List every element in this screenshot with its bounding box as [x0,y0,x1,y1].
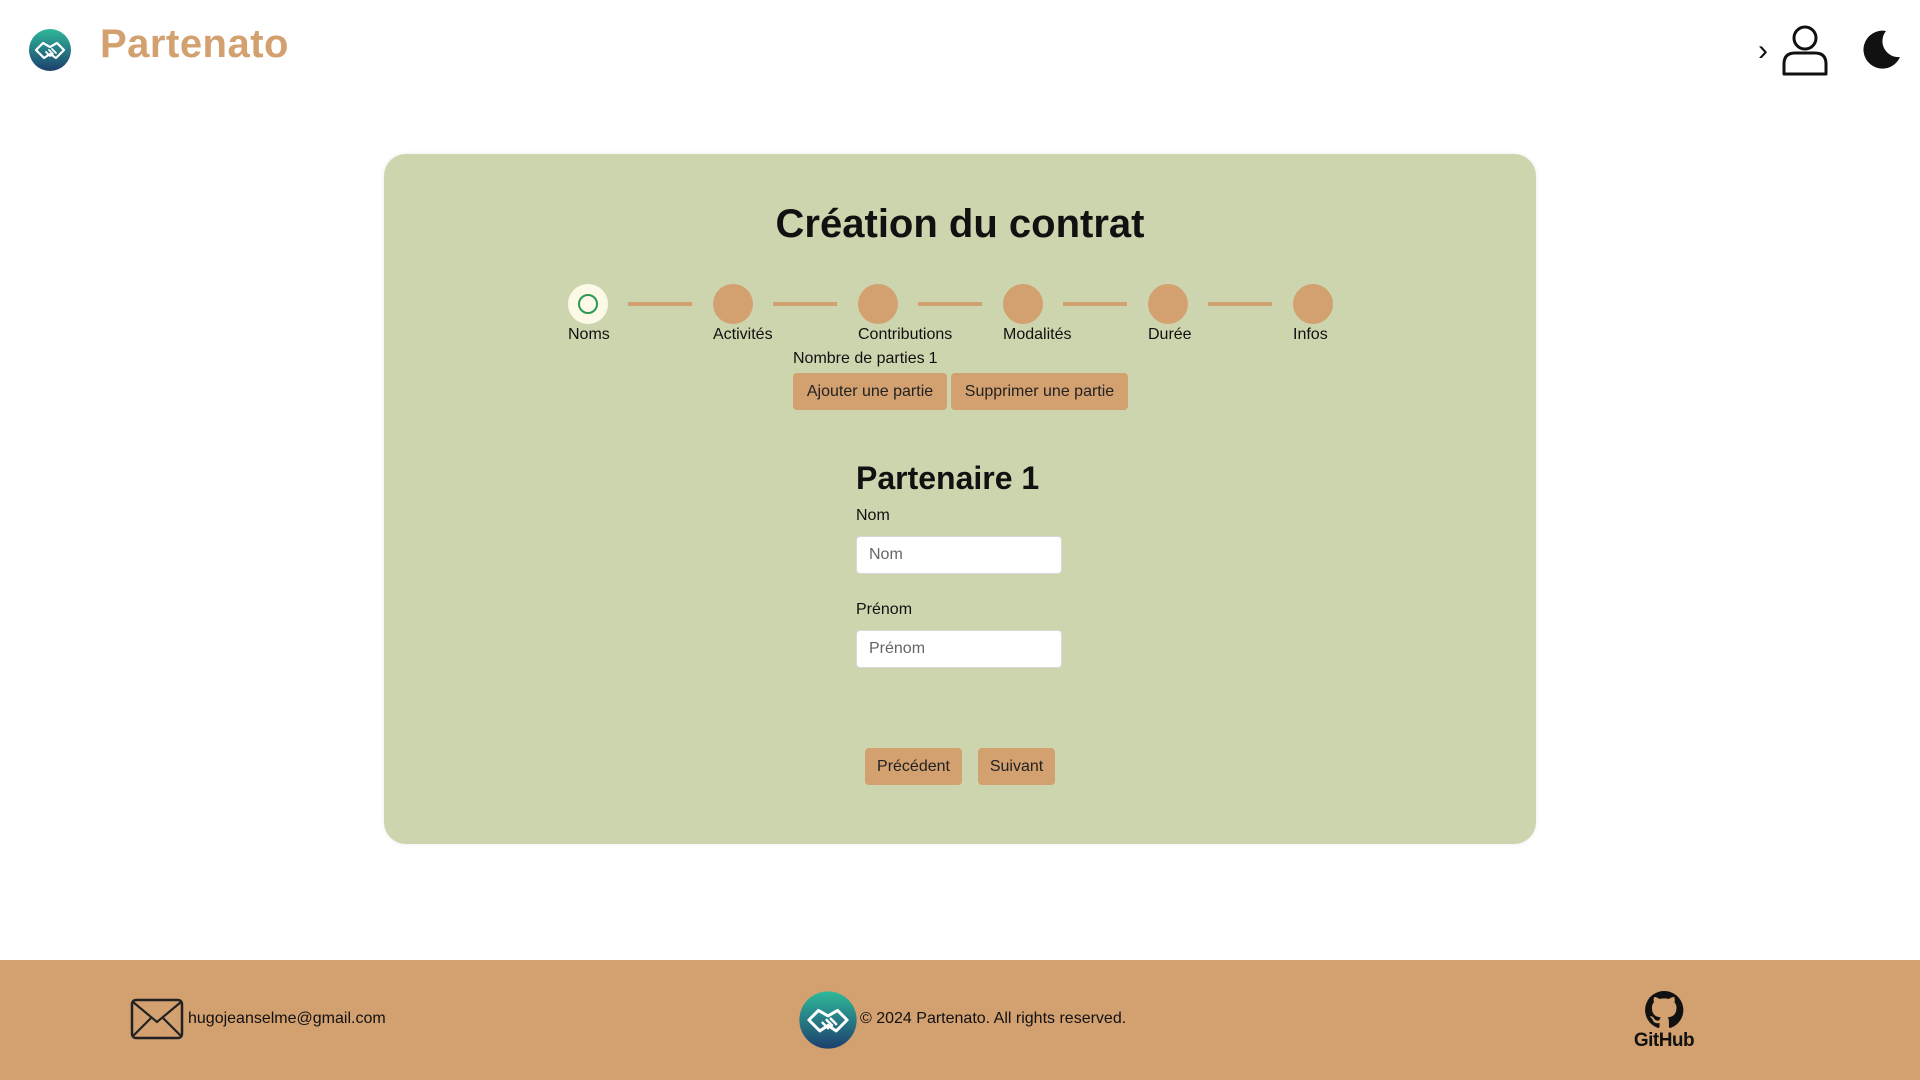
moon-icon[interactable] [1858,27,1902,71]
last-name-label: Nom [856,507,890,524]
parties-count-label: Nombre de parties 1 [793,350,938,368]
github-label: GitHub [1633,1030,1695,1051]
step-infos[interactable] [1293,284,1333,324]
step-duree[interactable] [1148,284,1188,324]
copyright-text: © 2024 Partenato. All rights reserved. [860,1010,1127,1027]
contact-email[interactable]: hugojeanselme@gmail.com [188,1010,386,1028]
next-button[interactable]: Suivant [978,748,1055,785]
mail-icon[interactable] [130,998,184,1040]
step-activites[interactable] [713,284,753,324]
first-name-label: Prénom [856,601,913,618]
parties-label-text: Nombre de parties [793,350,925,367]
step-connector [918,302,982,306]
github-icon [1645,990,1684,1028]
user-icon[interactable] [1780,24,1830,76]
app-title[interactable]: Partenato [100,22,289,67]
step-label-contributions: Contributions [858,326,953,343]
previous-button[interactable]: Précédent [865,748,962,785]
step-connector [1208,302,1272,306]
page-title: Création du contrat [775,202,1145,246]
handshake-logo-icon [799,991,857,1049]
step-label-noms: Noms [568,326,610,343]
step-label-infos: Infos [1293,326,1328,343]
step-noms[interactable] [568,284,608,324]
contract-creation-card: Création du contrat Noms Activités Contr… [384,154,1536,844]
partner-title: Partenaire 1 [856,460,1040,496]
step-contributions[interactable] [858,284,898,324]
footer: hugojeanselme@gmail.com © 2024 Partenato… [0,960,1920,1080]
handshake-logo-icon[interactable] [28,28,72,72]
step-connector [628,302,692,306]
step-label-activites: Activités [713,326,773,343]
step-connector [773,302,837,306]
step-connector [1063,302,1127,306]
first-name-input[interactable] [856,630,1062,668]
step-label-duree: Durée [1148,326,1192,343]
add-party-button[interactable]: Ajouter une partie [793,373,947,410]
step-label-modalites: Modalités [1003,326,1072,343]
step-modalites[interactable] [1003,284,1043,324]
header: Partenato › [0,0,1920,100]
github-link[interactable]: GitHub [1630,990,1698,1052]
remove-party-button[interactable]: Supprimer une partie [951,373,1128,410]
chevron-right-icon[interactable]: › [1758,34,1768,68]
parties-count-value: 1 [928,350,938,367]
last-name-input[interactable] [856,536,1062,574]
